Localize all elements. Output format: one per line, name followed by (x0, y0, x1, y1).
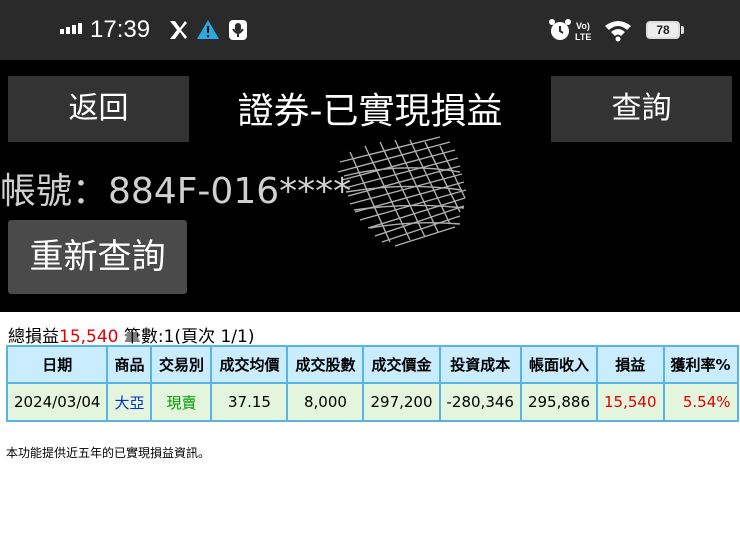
page-title: 證券-已實現損益 (237, 91, 503, 132)
status-time: 17:39 (90, 16, 151, 43)
cell-trade-type: 現賣 (150, 382, 213, 422)
svg-text:Vo): Vo) (576, 21, 590, 31)
cell-shares: 8,000 (286, 382, 365, 422)
battery-tip (681, 26, 684, 34)
battery-icon: 78 (646, 21, 680, 39)
column-header: 成交股數 (286, 345, 365, 384)
requery-button[interactable]: 重新查詢 (8, 220, 187, 294)
table-header-row: 日期 商品 交易別 成交均價 成交股數 成交價金 投資成本 帳面收入 損益 獲利… (5, 345, 739, 384)
total-pnl-label: 總損益 (8, 327, 59, 347)
status-bar: 17:39 Vo) LTE 78 (0, 0, 740, 60)
table-row[interactable]: 2024/03/04 大亞 現賣 37.15 8,000 297,200 -28… (5, 382, 739, 422)
column-header: 投資成本 (438, 345, 522, 384)
account-number: 帳號：884F-016**** (0, 171, 352, 212)
cell-product-link[interactable]: 大亞 (106, 382, 153, 422)
summary-line: 總損益15,540 筆數:1(頁次 1/1) (8, 322, 254, 347)
column-header: 成交價金 (362, 345, 441, 384)
app-notification-icon (170, 21, 187, 39)
redaction-scribble (337, 136, 467, 247)
column-header: 日期 (5, 345, 109, 384)
query-button[interactable]: 查詢 (551, 76, 732, 142)
alarm-icon (549, 19, 571, 40)
column-header: 商品 (106, 345, 153, 384)
cell-date: 2024/03/04 (5, 382, 109, 422)
cell-income: 295,886 (519, 382, 599, 422)
app-header: 返回 證券-已實現損益 查詢 帳號：884F-016**** 重新查詢 (0, 60, 740, 312)
wifi-icon (605, 21, 631, 42)
microphone-icon (229, 20, 247, 40)
footer-note: 本功能提供近五年的已實現損益資訊。 (6, 446, 211, 460)
record-count: 筆數:1(頁次 1/1) (123, 327, 255, 347)
column-header: 損益 (596, 345, 665, 384)
total-pnl-value: 15,540 (59, 327, 119, 347)
column-header: 交易別 (150, 345, 213, 384)
realized-pnl-table: 日期 商品 交易別 成交均價 成交股數 成交價金 投資成本 帳面收入 損益 獲利… (5, 345, 739, 422)
cell-cost: -280,346 (438, 382, 522, 422)
cell-amount: 297,200 (362, 382, 441, 422)
volte-icon: Vo) LTE (575, 21, 591, 42)
column-header: 帳面收入 (519, 345, 599, 384)
column-header: 獲利率% (662, 345, 739, 384)
cell-rate: 5.54% (662, 382, 739, 422)
warning-icon (197, 20, 219, 39)
cell-avg-price: 37.15 (210, 382, 289, 422)
back-button[interactable]: 返回 (8, 76, 189, 142)
svg-text:LTE: LTE (575, 32, 591, 42)
column-header: 成交均價 (210, 345, 289, 384)
cell-pnl: 15,540 (596, 382, 665, 422)
